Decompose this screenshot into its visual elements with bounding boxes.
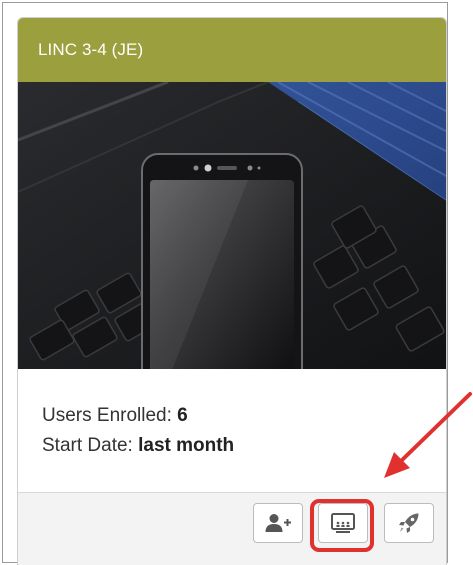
highlight-box <box>310 499 374 552</box>
screenshot-stage: LINC 3-4 (JE) Users Enrolled: 6 Start Da… <box>0 0 473 565</box>
annotation-arrow <box>384 392 472 478</box>
